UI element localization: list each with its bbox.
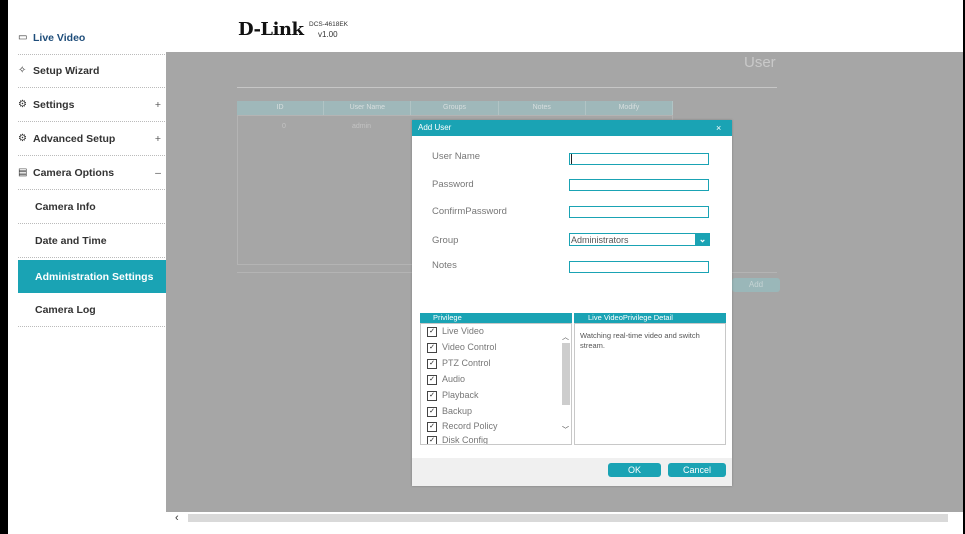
privilege-item-video-control[interactable]: ✓ Video Control — [427, 342, 496, 353]
sidebar-item-camera-log[interactable]: Camera Log — [18, 294, 173, 327]
password-label: Password — [432, 179, 474, 190]
sidebar-item-live-video[interactable]: ▭ Live Video — [18, 21, 173, 55]
model-name: DCS-4618EK — [309, 21, 349, 28]
gears-icon: ⚙ — [18, 133, 27, 144]
close-icon[interactable]: × — [716, 123, 721, 133]
privilege-item-record-policy[interactable]: ✓ Record Policy — [427, 421, 498, 432]
confirm-password-label: ConfirmPassword — [432, 206, 507, 217]
scrollbar-thumb[interactable] — [562, 343, 570, 405]
sidebar-item-label: Date and Time — [35, 235, 107, 247]
window-frame-left — [0, 0, 8, 534]
ok-button[interactable]: OK — [608, 463, 661, 477]
sidebar-item-advanced-setup[interactable]: ⚙ Advanced Setup + — [18, 122, 173, 156]
privilege-label: PTZ Control — [442, 358, 491, 368]
table-cell-id: 0 — [282, 123, 286, 130]
column-header-user-name: User Name — [324, 101, 412, 115]
cancel-button[interactable]: Cancel — [668, 463, 726, 477]
checkbox-checked-icon[interactable]: ✓ — [427, 390, 437, 401]
sidebar-item-label: Camera Log — [35, 304, 96, 316]
add-user-button[interactable]: Add — [732, 278, 780, 292]
text-cursor — [571, 154, 572, 164]
user-table-header: ID User Name Groups Notes Modify — [237, 101, 674, 115]
sidebar-item-camera-options[interactable]: ▤ Camera Options – — [18, 156, 173, 190]
privilege-detail-header-label: Live VideoPrivilege Detail — [588, 313, 673, 322]
chevron-down-icon[interactable]: ﹀ — [562, 425, 569, 435]
group-select-value: Administrators — [571, 235, 629, 245]
sidebar-item-label: Camera Info — [35, 201, 96, 213]
scroll-left-icon[interactable]: ‹ — [175, 512, 179, 524]
sidebar-item-label: Administration Settings — [35, 270, 154, 283]
privilege-item-ptz-control[interactable]: ✓ PTZ Control — [427, 358, 491, 369]
checkbox-checked-icon[interactable]: ✓ — [427, 435, 437, 444]
privilege-item-disk-config[interactable]: ✓ Disk Config — [427, 435, 488, 444]
column-header-notes: Notes — [499, 101, 586, 115]
checkbox-checked-icon[interactable]: ✓ — [427, 374, 437, 385]
privilege-label: Playback — [442, 390, 479, 400]
privilege-label: Disk Config — [442, 435, 489, 444]
sidebar-item-label: Live Video — [33, 31, 86, 44]
notes-label: Notes — [432, 260, 457, 271]
checkbox-checked-icon[interactable]: ✓ — [427, 342, 437, 353]
confirm-password-input[interactable] — [569, 206, 709, 218]
clipboard-icon: ▤ — [18, 167, 28, 178]
sidebar-item-label: Advanced Setup — [33, 132, 116, 145]
privilege-label: Live Video — [442, 326, 484, 336]
privilege-label: Video Control — [442, 342, 497, 352]
sidebar-item-label: Settings — [33, 98, 75, 111]
firmware-version: v1.00 — [318, 30, 338, 39]
chevron-up-icon[interactable]: ︿ — [562, 332, 569, 342]
page-title: User — [744, 54, 776, 71]
sidebar-item-setup-wizard[interactable]: ✧ Setup Wizard — [18, 54, 173, 88]
sidebar-item-settings[interactable]: ⚙ Settings + — [18, 88, 173, 122]
sidebar-item-date-and-time[interactable]: Date and Time — [18, 225, 173, 258]
privilege-detail-text: Watching real-time video and switch stre… — [580, 331, 700, 350]
password-input[interactable] — [569, 179, 709, 191]
chevron-down-icon[interactable]: ⌄ — [695, 233, 710, 246]
sidebar-item-camera-info[interactable]: Camera Info — [18, 191, 173, 224]
group-label: Group — [432, 235, 459, 246]
checkbox-checked-icon[interactable]: ✓ — [427, 421, 437, 432]
table-cell-user-name: admin — [352, 123, 372, 130]
privilege-item-live-video[interactable]: ✓ Live Video — [427, 326, 484, 337]
expand-icon: + — [154, 98, 161, 111]
gear-icon: ⚙ — [18, 99, 27, 110]
privilege-item-audio[interactable]: ✓ Audio — [427, 374, 465, 385]
expand-icon: + — [154, 132, 161, 145]
sidebar: ▭ Live Video ✧ Setup Wizard ⚙ Settings +… — [8, 0, 173, 534]
privilege-item-playback[interactable]: ✓ Playback — [427, 390, 479, 401]
column-header-groups: Groups — [411, 101, 499, 115]
privilege-label: Backup — [442, 406, 473, 416]
column-header-id: ID — [237, 101, 325, 115]
privilege-label: Audio — [442, 374, 466, 384]
divider — [237, 87, 777, 88]
sidebar-item-administration-settings[interactable]: Administration Settings — [18, 260, 173, 293]
checkbox-checked-icon[interactable]: ✓ — [427, 358, 437, 369]
user-name-label: User Name — [432, 151, 481, 162]
scrollbar-thumb[interactable] — [188, 514, 948, 522]
dialog-title: Add User — [418, 123, 452, 132]
brand-logo: D-Link — [238, 19, 304, 40]
user-name-input[interactable] — [569, 153, 709, 165]
column-header-modify: Modify — [586, 101, 674, 115]
privilege-item-backup[interactable]: ✓ Backup — [427, 406, 472, 417]
wand-icon: ✧ — [18, 65, 27, 76]
privilege-label: Record Policy — [442, 421, 498, 431]
checkbox-checked-icon[interactable]: ✓ — [427, 406, 437, 417]
notes-input[interactable] — [569, 261, 709, 273]
sidebar-item-label: Setup Wizard — [33, 64, 100, 77]
sidebar-item-label: Camera Options — [33, 166, 115, 179]
dialog-header — [412, 120, 732, 136]
privilege-header-label: Privilege — [433, 313, 462, 322]
collapse-icon: – — [155, 166, 161, 179]
video-icon: ▭ — [18, 32, 28, 43]
checkbox-checked-icon[interactable]: ✓ — [427, 326, 437, 337]
